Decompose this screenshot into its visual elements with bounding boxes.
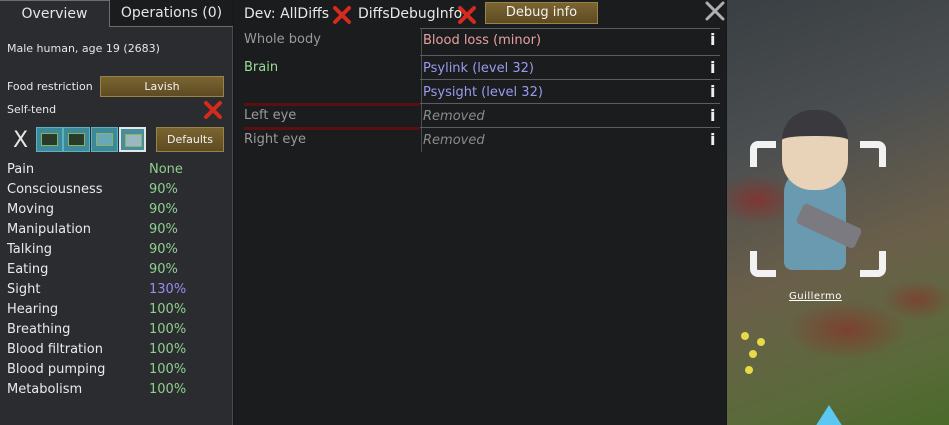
flower-plant [741, 332, 749, 340]
tab-operations[interactable]: Operations (0) [110, 0, 233, 27]
info-icon[interactable]: i [710, 106, 715, 125]
game-map-view[interactable]: Guillermo [727, 0, 949, 425]
capacity-row: Blood filtration 100% [7, 340, 227, 360]
capacity-name: Blood pumping [7, 362, 106, 377]
hediff-row[interactable]: Psysight (level 32) i [234, 80, 726, 104]
capacity-value: 100% [149, 382, 187, 397]
capacity-row: Talking 90% [7, 240, 227, 260]
selection-bracket [860, 251, 886, 277]
hediff-label: Removed [423, 109, 485, 124]
capacity-name: Manipulation [7, 222, 92, 237]
body-part-label: Whole body [244, 32, 321, 47]
capacity-row: Blood pumping 100% [7, 360, 227, 380]
health-table-panel: Dev: AllDiffs DiffsDebugInfo Debug info … [234, 0, 726, 425]
pawn-description: Male human, age 19 (2683) [7, 42, 160, 55]
capacity-name: Sight [7, 282, 41, 297]
capacity-name: Breathing [7, 322, 71, 337]
capacity-name: Blood filtration [7, 342, 103, 357]
tab-bar: Overview Operations (0) [0, 0, 233, 27]
selection-bracket [750, 141, 776, 167]
flower-plant [749, 350, 757, 358]
herbal-medicine-button[interactable] [36, 127, 63, 152]
glitterworld-medicine-icon [96, 133, 113, 146]
capacity-value: 130% [149, 282, 187, 297]
food-restriction-button[interactable]: Lavish [100, 76, 224, 97]
capacity-name: Hearing [7, 302, 59, 317]
alldiffs-toggle-icon[interactable] [331, 4, 353, 26]
selection-bracket [750, 251, 776, 277]
food-restriction-label: Food restriction [7, 80, 93, 93]
hediff-row[interactable]: Whole body Blood loss (minor) i [234, 28, 726, 52]
info-icon[interactable]: i [710, 82, 715, 101]
capacity-name: Metabolism [7, 382, 83, 397]
tab-overview[interactable]: Overview [0, 0, 110, 27]
blue-marker-icon [815, 405, 843, 425]
close-icon[interactable] [704, 0, 726, 22]
herbal-medicine-icon [41, 133, 58, 146]
capacity-value: 90% [149, 222, 178, 237]
capacity-name: Moving [7, 202, 54, 217]
capacity-value: 100% [149, 362, 187, 377]
capacity-value: 90% [149, 242, 178, 257]
hediff-label: Blood loss (minor) [423, 33, 542, 48]
medicine-icon [68, 133, 85, 146]
hediff-row[interactable]: Left eye Removed i [234, 104, 726, 128]
hediff-row[interactable]: Brain Psylink (level 32) i [234, 56, 726, 80]
best-medicine-icon [125, 134, 142, 147]
capacity-value: 90% [149, 182, 178, 197]
capacity-name: Talking [7, 242, 52, 257]
flower-plant [757, 338, 765, 346]
diffs-debug-toggle-icon[interactable] [456, 4, 478, 26]
debug-info-button[interactable]: Debug info [485, 2, 598, 24]
capacity-row: Eating 90% [7, 260, 227, 280]
health-tab-panel: Overview Operations (0) Male human, age … [0, 0, 233, 425]
capacity-row: Moving 90% [7, 200, 227, 220]
capacity-value: 100% [149, 322, 187, 337]
glitterworld-medicine-button[interactable] [91, 127, 118, 152]
info-icon[interactable]: i [710, 58, 715, 77]
flower-plant [745, 366, 753, 374]
capacity-row: Pain None [7, 160, 227, 180]
capacity-name: Pain [7, 162, 35, 177]
diffs-debug-label: DiffsDebugInfo [358, 6, 463, 22]
self-tend-label: Self-tend [7, 103, 57, 116]
no-medicine-button[interactable]: X [13, 128, 28, 153]
capacity-value: 90% [149, 262, 178, 277]
defaults-button[interactable]: Defaults [156, 127, 224, 152]
capacity-row: Metabolism 100% [7, 380, 227, 400]
body-part-label: Right eye [244, 132, 307, 147]
capacity-value: 100% [149, 302, 187, 317]
capacity-row: Sight 130% [7, 280, 227, 300]
hediff-label: Psylink (level 32) [423, 61, 534, 76]
body-part-label: Brain [244, 60, 279, 75]
info-icon[interactable]: i [710, 130, 715, 149]
body-part-label: Left eye [244, 108, 297, 123]
capacity-value: 100% [149, 342, 187, 357]
capacity-row: Consciousness 90% [7, 180, 227, 200]
capacity-value: 90% [149, 202, 178, 217]
hediff-label: Removed [423, 133, 485, 148]
capacity-name: Eating [7, 262, 49, 277]
self-tend-checkbox-icon[interactable] [203, 100, 223, 120]
selection-bracket [860, 141, 886, 167]
capacities-list: Pain None Consciousness 90% Moving 90% Mani… [7, 160, 227, 400]
industrial-medicine-button[interactable] [63, 127, 90, 152]
capacity-row: Breathing 100% [7, 320, 227, 340]
hediff-label: Psysight (level 32) [423, 85, 543, 100]
pawn-name-label[interactable]: Guillermo [789, 291, 842, 302]
dev-alldiffs-label: Dev: AllDiffs [244, 6, 330, 22]
hediff-row[interactable]: Right eye Removed i [234, 128, 726, 152]
capacity-row: Hearing 100% [7, 300, 227, 320]
info-icon[interactable]: i [710, 30, 715, 49]
capacity-name: Consciousness [7, 182, 103, 197]
best-medicine-button[interactable] [119, 127, 146, 152]
capacity-value: None [149, 162, 183, 177]
capacity-row: Manipulation 90% [7, 220, 227, 240]
pawn-head [782, 110, 848, 190]
